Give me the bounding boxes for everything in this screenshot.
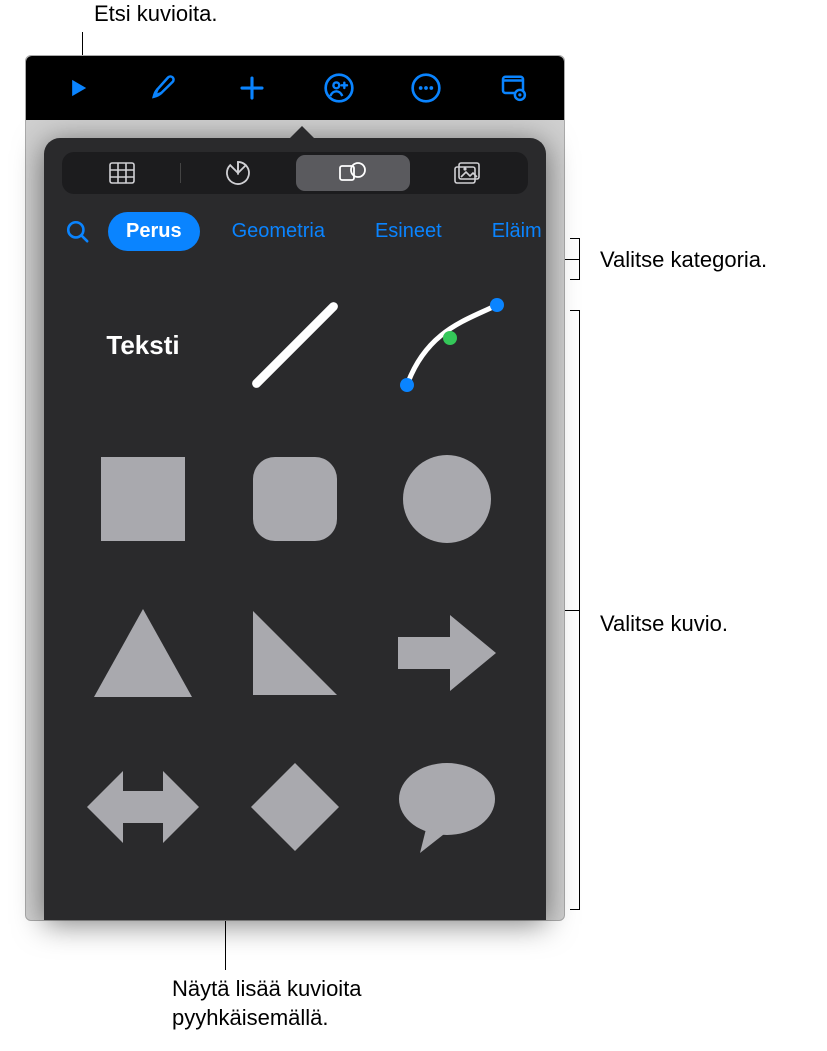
popover-container: Perus Geometria Esineet Eläim Teksti: [26, 120, 564, 920]
shape-text[interactable]: Teksti: [74, 275, 212, 415]
callout-category-text: Valitse kategoria.: [600, 247, 767, 272]
category-esineet[interactable]: Esineet: [357, 212, 460, 251]
callout-category: Valitse kategoria.: [600, 246, 767, 275]
category-perus[interactable]: Perus: [108, 212, 200, 251]
shape-square[interactable]: [74, 429, 212, 569]
callout-swipe: Näytä lisää kuvioita pyyhkäisemällä.: [172, 975, 362, 1032]
segment-media[interactable]: [410, 155, 525, 191]
brush-icon[interactable]: [141, 64, 189, 112]
shape-curve-pen[interactable]: [378, 275, 516, 415]
shape-speech-bubble[interactable]: [378, 737, 516, 877]
segment-tables[interactable]: [65, 155, 180, 191]
callout-shape: Valitse kuvio.: [600, 610, 728, 639]
shape-category-row[interactable]: Perus Geometria Esineet Eläim: [44, 206, 546, 265]
category-elaimet-label: Eläim: [492, 220, 542, 242]
app-toolbar: [26, 56, 564, 120]
shape-diamond[interactable]: [226, 737, 364, 877]
search-icon[interactable]: [62, 216, 94, 248]
segment-shapes[interactable]: [296, 155, 411, 191]
shape-pentagon[interactable]: [226, 891, 364, 920]
play-icon[interactable]: [54, 64, 102, 112]
presenter-icon[interactable]: [489, 64, 537, 112]
device-frame: Perus Geometria Esineet Eläim Teksti: [25, 55, 565, 921]
ellipsis-circle-icon[interactable]: [402, 64, 450, 112]
segment-charts[interactable]: [181, 155, 296, 191]
person-add-circle-icon[interactable]: [315, 64, 363, 112]
shape-arrow-block-left[interactable]: [74, 891, 212, 920]
insert-popover: Perus Geometria Esineet Eläim Teksti: [44, 138, 546, 920]
shape-star[interactable]: [378, 891, 516, 920]
insert-type-segment: [62, 152, 528, 194]
plus-icon[interactable]: [228, 64, 276, 112]
shape-right-triangle[interactable]: [226, 583, 364, 723]
category-esineet-label: Esineet: [375, 220, 442, 242]
callout-swipe-text2: pyyhkäisemällä.: [172, 1004, 362, 1033]
category-geometria[interactable]: Geometria: [214, 212, 343, 251]
shape-arrow-right[interactable]: [378, 583, 516, 723]
category-perus-label: Perus: [126, 220, 182, 242]
shape-rounded-square[interactable]: [226, 429, 364, 569]
shape-line[interactable]: [226, 275, 364, 415]
popover-arrow: [288, 126, 316, 140]
category-elaimet[interactable]: Eläim: [474, 212, 546, 251]
bracket-shape: [570, 310, 580, 910]
shape-triangle[interactable]: [74, 583, 212, 723]
shape-arrow-both[interactable]: [74, 737, 212, 877]
callout-search-text: Etsi kuvioita.: [94, 1, 218, 26]
callout-search: Etsi kuvioita.: [94, 0, 218, 29]
callout-swipe-text1: Näytä lisää kuvioita: [172, 975, 362, 1004]
bracket-category: [570, 238, 580, 280]
category-geometria-label: Geometria: [232, 220, 325, 242]
shapes-grid[interactable]: Teksti: [44, 265, 546, 920]
shape-text-label: Teksti: [106, 330, 179, 361]
shape-circle[interactable]: [378, 429, 516, 569]
callout-shape-text: Valitse kuvio.: [600, 611, 728, 636]
